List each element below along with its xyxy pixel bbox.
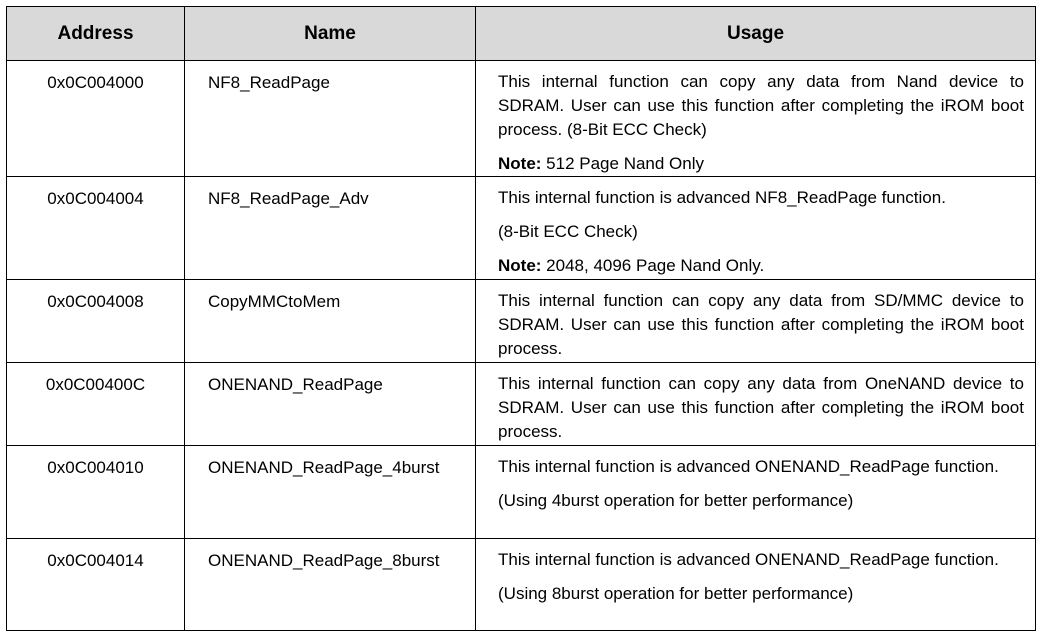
note-label: Note: xyxy=(498,256,542,275)
usage-text: This internal function is advanced ONENA… xyxy=(498,550,999,569)
usage-cell: This internal function is advanced ONENA… xyxy=(475,445,1036,539)
usage-cell: This internal function can copy any data… xyxy=(475,60,1036,177)
note-label: Note: xyxy=(498,154,542,173)
usage-cell: This internal function can copy any data… xyxy=(475,279,1036,363)
usage-cell: This internal function is advanced ONENA… xyxy=(475,538,1036,631)
name-cell: CopyMMCtoMem xyxy=(184,279,476,363)
note-text: 512 Page Nand Only xyxy=(541,154,705,173)
usage-extra: (Using 8burst operation for better perfo… xyxy=(498,584,854,603)
table-row: 0x0C004008 CopyMMCtoMem This internal fu… xyxy=(6,279,1036,363)
usage-note: Note: 512 Page Nand Only xyxy=(498,152,1024,176)
name-header: Name xyxy=(184,6,476,61)
note-text: 2048, 4096 Page Nand Only. xyxy=(541,256,765,275)
usage-text: This internal function can copy any data… xyxy=(498,291,1024,358)
address-cell: 0x0C004010 xyxy=(6,445,185,539)
name-cell: ONENAND_ReadPage_4burst xyxy=(184,445,476,539)
usage-extra: (Using 4burst operation for better perfo… xyxy=(498,491,854,510)
name-cell: ONENAND_ReadPage_8burst xyxy=(184,538,476,631)
address-cell: 0x0C004008 xyxy=(6,279,185,363)
address-cell: 0x0C004014 xyxy=(6,538,185,631)
usage-text: This internal function can copy any data… xyxy=(498,374,1024,441)
name-cell: ONENAND_ReadPage xyxy=(184,362,476,446)
address-cell: 0x0C00400C xyxy=(6,362,185,446)
table-row: 0x0C004004 NF8_ReadPage_Adv This interna… xyxy=(6,176,1036,280)
usage-text: This internal function is advanced ONENA… xyxy=(498,457,999,476)
address-cell: 0x0C004004 xyxy=(6,176,185,280)
address-cell: 0x0C004000 xyxy=(6,60,185,177)
table-row: 0x0C004000 NF8_ReadPage This internal fu… xyxy=(6,60,1036,177)
header-row: Address Name Usage xyxy=(6,6,1036,61)
usage-note: Note: 2048, 4096 Page Nand Only. xyxy=(498,254,1024,278)
address-header: Address xyxy=(6,6,185,61)
name-cell: NF8_ReadPage xyxy=(184,60,476,177)
usage-cell: This internal function can copy any data… xyxy=(475,362,1036,446)
usage-text: This internal function can copy any data… xyxy=(498,72,1024,139)
table-row: 0x0C004014 ONENAND_ReadPage_8burst This … xyxy=(6,538,1036,631)
usage-cell: This internal function is advanced NF8_R… xyxy=(475,176,1036,280)
usage-text: This internal function is advanced NF8_R… xyxy=(498,188,946,207)
usage-extra: (8-Bit ECC Check) xyxy=(498,222,638,241)
name-cell: NF8_ReadPage_Adv xyxy=(184,176,476,280)
table-row: 0x0C00400C ONENAND_ReadPage This interna… xyxy=(6,362,1036,446)
table-row: 0x0C004010 ONENAND_ReadPage_4burst This … xyxy=(6,445,1036,539)
usage-header: Usage xyxy=(475,6,1036,61)
function-table: Address Name Usage 0x0C004000 NF8_ReadPa… xyxy=(6,6,1036,631)
